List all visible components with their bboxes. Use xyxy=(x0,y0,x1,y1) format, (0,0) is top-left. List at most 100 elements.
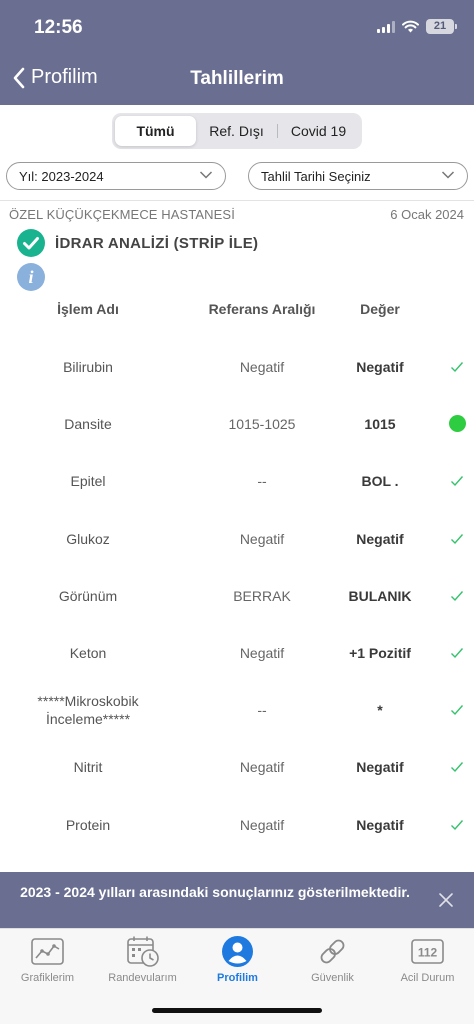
chevron-down-icon xyxy=(199,171,213,179)
info-icon[interactable]: i xyxy=(17,263,45,291)
test-item-name: Nitrit xyxy=(73,758,103,775)
reference-range: 1015-1025 xyxy=(228,415,296,432)
back-label: Profilim xyxy=(31,66,98,88)
checkmark-icon xyxy=(451,819,464,830)
tab-acil-durum[interactable]: 112 Acil Durum xyxy=(380,929,474,991)
close-icon[interactable] xyxy=(438,892,454,913)
tab-randevularim[interactable]: Randevularım xyxy=(95,929,190,991)
cellular-signal-icon xyxy=(377,20,395,33)
column-header-reference: Referans Aralığı xyxy=(208,301,316,317)
reference-range: -- xyxy=(257,701,267,718)
column-header-value: Değer xyxy=(360,301,400,317)
link-icon xyxy=(320,939,345,964)
divider xyxy=(0,200,474,201)
test-item-name: *****Mikroskobik İnceleme***** xyxy=(37,692,139,727)
filter-segmented-control: Tümü Ref. Dışı Covid 19 xyxy=(112,113,362,149)
reference-range: BERRAK xyxy=(233,587,291,604)
date-dropdown-value: Tahlil Tarihi Seçiniz xyxy=(261,168,371,184)
chart-icon xyxy=(31,938,64,965)
checkmark-icon xyxy=(451,590,464,601)
status-cell xyxy=(444,338,470,395)
result-value: Negatif xyxy=(356,530,404,547)
status-cell xyxy=(444,452,470,509)
result-value: BULANIK xyxy=(348,587,412,604)
hospital-name: ÖZEL KÜÇÜKÇEKMECE HASTANESİ xyxy=(9,207,235,222)
checkmark-icon xyxy=(451,533,464,544)
column-header-name: İşlem Adı xyxy=(57,301,119,317)
result-date: 6 Ocak 2024 xyxy=(390,207,464,222)
result-value: Negatif xyxy=(356,758,404,775)
tab-label: Acil Durum xyxy=(400,972,455,984)
test-item-name: Protein xyxy=(65,816,111,833)
status-cell xyxy=(444,567,470,624)
tab-grafiklerim[interactable]: Grafiklerim xyxy=(0,929,95,991)
reference-range: Negatif xyxy=(239,758,285,775)
chevron-left-icon xyxy=(13,67,25,88)
status-icons: 21 xyxy=(377,19,457,34)
tab-guvenlik[interactable]: Güvenlik xyxy=(285,929,380,991)
segment-covid[interactable]: Covid 19 xyxy=(278,116,359,146)
result-value: * xyxy=(377,701,383,718)
user-icon xyxy=(222,936,253,967)
table-row: Bilirubin Negatif Negatif xyxy=(0,338,474,395)
date-dropdown[interactable]: Tahlil Tarihi Seçiniz xyxy=(248,162,468,190)
tab-profilim[interactable]: Profilim xyxy=(190,929,285,991)
test-item-name: Görünüm xyxy=(58,587,118,604)
table-row: Protein Negatif Negatif xyxy=(0,796,474,853)
emergency-number: 112 xyxy=(418,946,438,960)
chevron-down-icon xyxy=(441,171,455,179)
calendar-clock-icon xyxy=(127,936,159,967)
year-dropdown-value: Yıl: 2023-2024 xyxy=(19,168,104,184)
tab-label: Randevularım xyxy=(108,972,177,984)
status-cell xyxy=(444,510,470,567)
back-button[interactable]: Profilim xyxy=(12,66,98,89)
result-value: Negatif xyxy=(356,816,404,833)
table-row: Glukoz Negatif Negatif xyxy=(0,510,474,567)
checkmark-icon xyxy=(451,704,464,715)
reference-range: Negatif xyxy=(239,644,285,661)
battery-icon: 21 xyxy=(426,19,457,34)
result-value: Negatif xyxy=(356,358,404,375)
reference-range: -- xyxy=(257,472,267,489)
tab-label: Profilim xyxy=(217,972,258,984)
status-cell xyxy=(444,624,470,681)
checkmark-icon xyxy=(451,647,464,658)
info-banner: 2023 - 2024 yılları arasındaki sonuçları… xyxy=(0,872,474,928)
segment-all[interactable]: Tümü xyxy=(115,116,196,146)
table-row: Epitel -- BOL . xyxy=(0,452,474,509)
home-indicator xyxy=(152,1008,322,1013)
check-circle-icon xyxy=(17,229,45,257)
year-dropdown[interactable]: Yıl: 2023-2024 xyxy=(6,162,226,190)
reference-range: Negatif xyxy=(239,816,285,833)
status-bar: 12:56 21 xyxy=(0,0,474,56)
result-value: 1015 xyxy=(364,415,396,432)
test-item-name: Glukoz xyxy=(66,530,110,547)
result-value: BOL . xyxy=(361,472,399,489)
status-time: 12:56 xyxy=(34,17,83,38)
test-name: İDRAR ANALİZİ (STRİP İLE) xyxy=(55,235,259,252)
segment-out-of-range[interactable]: Ref. Dışı xyxy=(196,116,277,146)
result-value: +1 Pozitif xyxy=(349,644,411,661)
status-cell xyxy=(444,681,470,738)
table-row: Nitrit Negatif Negatif xyxy=(0,738,474,795)
checkmark-icon xyxy=(451,761,464,772)
checkmark-icon xyxy=(451,361,464,372)
checkmark-icon xyxy=(451,475,464,486)
reference-range: Negatif xyxy=(239,358,285,375)
header: 12:56 21 Profilim Tahlillerim xyxy=(0,0,474,105)
tab-label: Grafiklerim xyxy=(20,972,75,984)
emergency-112-icon: 112 xyxy=(411,939,444,964)
table-row: Görünüm BERRAK BULANIK xyxy=(0,567,474,624)
tab-label: Güvenlik xyxy=(311,972,354,984)
status-dot-icon xyxy=(448,415,466,432)
reference-range: Negatif xyxy=(239,530,285,547)
wifi-icon xyxy=(402,20,419,33)
test-item-name: Dansite xyxy=(64,415,112,432)
test-item-name: Bilirubin xyxy=(63,358,113,375)
status-cell xyxy=(444,796,470,853)
table-row: *****Mikroskobik İnceleme***** -- * xyxy=(0,681,474,738)
test-item-name: Keton xyxy=(69,644,107,661)
info-banner-text: 2023 - 2024 yılları arasındaki sonuçları… xyxy=(20,884,410,900)
status-cell xyxy=(444,395,470,452)
table-row: Keton Negatif +1 Pozitif xyxy=(0,624,474,681)
